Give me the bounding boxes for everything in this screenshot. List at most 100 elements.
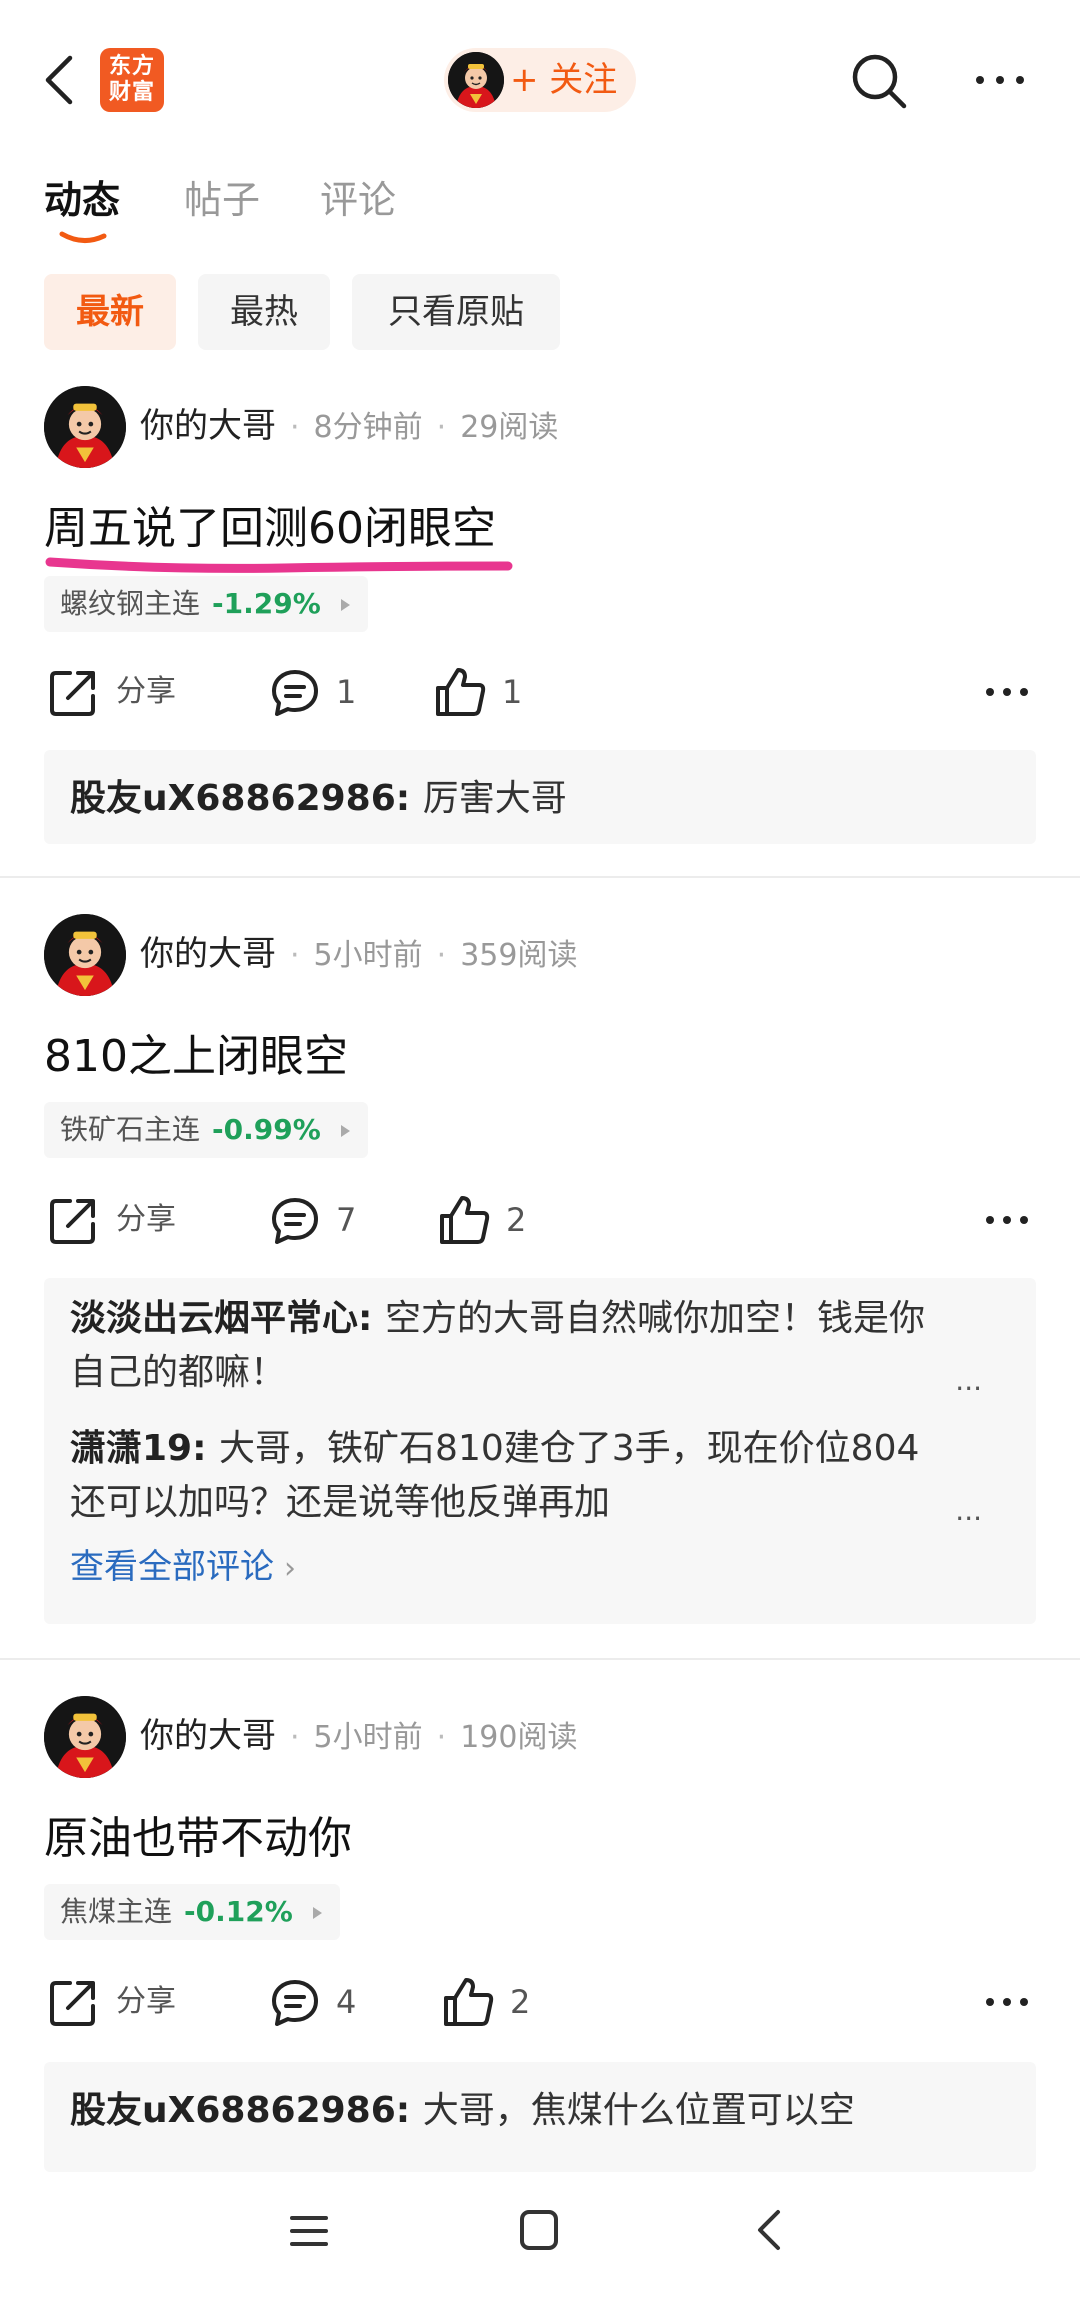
author-name[interactable]: 你的大哥	[140, 1716, 276, 1756]
comment-text: 大哥，焦煤什么位置可以空	[422, 2090, 855, 2131]
top-bar: 东方 财富 + 关注	[0, 0, 1080, 160]
post-body[interactable]: 周五说了回测60闭眼空	[44, 492, 496, 556]
meta-separator: ·	[436, 1720, 447, 1755]
read-count: 190阅读	[460, 1720, 578, 1755]
active-tab-indicator	[59, 231, 107, 243]
cartoon-avatar-icon	[44, 1696, 126, 1778]
like-count: 1	[502, 673, 523, 711]
post-card: 你的大哥 · 5小时前 · 359阅读 810之上闭眼空 铁矿石主连 -0.99% 分享 …	[0, 910, 1080, 1630]
search-icon[interactable]	[848, 50, 910, 112]
meta-separator: ·	[290, 1720, 300, 1755]
like-count: 2	[510, 1983, 531, 2021]
action-bar: 分享 1 1	[0, 662, 1080, 722]
system-navigation-bar	[0, 2172, 1080, 2308]
logo-line-1: 东方	[108, 54, 155, 79]
pink-highlight-stroke	[45, 557, 513, 573]
comment-count: 1	[336, 673, 357, 711]
back-icon[interactable]	[752, 2206, 784, 2254]
like-count: 2	[506, 1201, 527, 1239]
post-card: 你的大哥 · 5小时前 · 190阅读 原油也带不动你 焦煤主连 -0.12% 分享 4 …	[0, 1692, 1080, 2172]
comment-icon[interactable]	[270, 1978, 320, 2028]
comments-preview: 股友uX68862986: 大哥，焦煤什么位置可以空	[44, 2062, 1036, 2172]
post-body[interactable]: 810之上闭眼空	[44, 1020, 348, 1084]
futures-tag[interactable]: 铁矿石主连 -0.99%	[44, 1102, 368, 1158]
logo-line-2: 财富	[108, 80, 155, 105]
view-all-comments-link[interactable]: 查看全部评论 ›	[70, 1540, 1010, 1596]
read-count: 29阅读	[460, 410, 559, 445]
tag-name: 铁矿石主连	[60, 1113, 201, 1146]
comments-preview: 淡淡出云烟平常心: 空方的大哥自然喊你加空！钱是你自己的都嘛！ ... 潇潇19…	[44, 1278, 1036, 1624]
post-body[interactable]: 原油也带不动你	[44, 1802, 352, 1866]
filter-hottest[interactable]: 最热	[198, 274, 330, 350]
comment-user[interactable]: 淡淡出云烟平常心	[70, 1298, 358, 1339]
follow-label: + 关注	[510, 60, 618, 100]
author-name[interactable]: 你的大哥	[140, 406, 276, 446]
thumbs-up-icon[interactable]	[442, 1976, 496, 2028]
cartoon-avatar-icon	[44, 386, 126, 468]
play-arrow-icon	[312, 1907, 322, 1919]
tab-posts[interactable]: 帖子	[184, 170, 260, 230]
read-count: 359阅读	[460, 938, 578, 973]
share-label[interactable]: 分享	[116, 1972, 176, 2032]
more-options-icon[interactable]	[972, 62, 1028, 98]
avatar[interactable]	[44, 1696, 126, 1778]
back-arrow-icon[interactable]	[40, 52, 80, 108]
more-options-icon[interactable]	[984, 1212, 1030, 1228]
avatar	[448, 52, 504, 108]
meta-separator: ·	[290, 938, 300, 973]
filter-original-only[interactable]: 只看原贴	[352, 274, 560, 350]
sort-filters: 最新 最热 只看原贴	[0, 274, 1080, 350]
share-icon[interactable]	[48, 668, 98, 718]
cartoon-avatar-icon	[448, 52, 504, 108]
tag-change: -0.99%	[212, 1113, 321, 1146]
comment-text: 厉害大哥	[422, 778, 567, 819]
comment-icon[interactable]	[270, 668, 320, 718]
share-icon[interactable]	[48, 1978, 98, 2028]
more-options-icon[interactable]	[984, 1994, 1030, 2010]
home-icon[interactable]	[518, 2208, 560, 2252]
futures-tag[interactable]: 焦煤主连 -0.12%	[44, 1884, 340, 1940]
view-all-label: 查看全部评论	[70, 1547, 274, 1587]
content-tabs: 动态 帖子 评论	[0, 170, 1080, 250]
post-meta: 你的大哥 · 5小时前 · 190阅读	[140, 1706, 577, 1766]
comment-item[interactable]: 淡淡出云烟平常心: 空方的大哥自然喊你加空！钱是你自己的都嘛！ ...	[70, 1292, 1010, 1400]
post-meta: 你的大哥 · 8分钟前 · 29阅读	[140, 396, 558, 456]
comment-count: 7	[336, 1201, 357, 1239]
play-arrow-icon	[340, 1125, 350, 1137]
divider	[0, 876, 1080, 878]
action-bar: 分享 7 2	[0, 1190, 1080, 1250]
comment-separator: :	[395, 778, 423, 819]
share-label[interactable]: 分享	[116, 1190, 176, 1250]
filter-latest[interactable]: 最新	[44, 274, 176, 350]
more-options-icon[interactable]	[984, 684, 1030, 700]
comment-item[interactable]: 股友uX68862986: 大哥，焦煤什么位置可以空	[70, 2084, 1010, 2138]
post-card: 你的大哥 · 8分钟前 · 29阅读 周五说了回测60闭眼空 螺纹钢主连 -1.29% 分…	[0, 382, 1080, 852]
comment-separator: :	[192, 1428, 220, 1469]
comment-user[interactable]: 股友uX68862986	[70, 778, 396, 819]
share-icon[interactable]	[48, 1196, 98, 1246]
comment-item[interactable]: 股友uX68862986: 厉害大哥	[70, 772, 1010, 826]
action-bar: 分享 4 2	[0, 1972, 1080, 2032]
comment-user[interactable]: 潇潇19	[70, 1428, 192, 1469]
app-logo: 东方 财富	[100, 48, 164, 112]
futures-tag[interactable]: 螺纹钢主连 -1.29%	[44, 576, 368, 632]
avatar[interactable]	[44, 914, 126, 996]
cartoon-avatar-icon	[44, 914, 126, 996]
author-name[interactable]: 你的大哥	[140, 934, 276, 974]
share-label[interactable]: 分享	[116, 662, 176, 722]
thumbs-up-icon[interactable]	[438, 1194, 492, 1246]
recent-apps-icon[interactable]	[288, 2210, 330, 2252]
comment-item[interactable]: 潇潇19: 大哥，铁矿石810建仓了3手，现在价位804还可以加吗？还是说等他反…	[70, 1422, 1010, 1530]
comment-user[interactable]: 股友uX68862986	[70, 2090, 396, 2131]
comments-preview: 股友uX68862986: 厉害大哥	[44, 750, 1036, 844]
divider	[0, 1658, 1080, 1660]
follow-button[interactable]: + 关注	[444, 48, 636, 112]
thumbs-up-icon[interactable]	[434, 666, 488, 718]
tag-change: -0.12%	[184, 1895, 293, 1928]
avatar[interactable]	[44, 386, 126, 468]
tab-dynamic[interactable]: 动态	[44, 170, 120, 230]
comment-count: 4	[336, 1983, 357, 2021]
post-time: 8分钟前	[313, 410, 423, 445]
tab-comments[interactable]: 评论	[320, 170, 396, 230]
comment-icon[interactable]	[270, 1196, 320, 1246]
